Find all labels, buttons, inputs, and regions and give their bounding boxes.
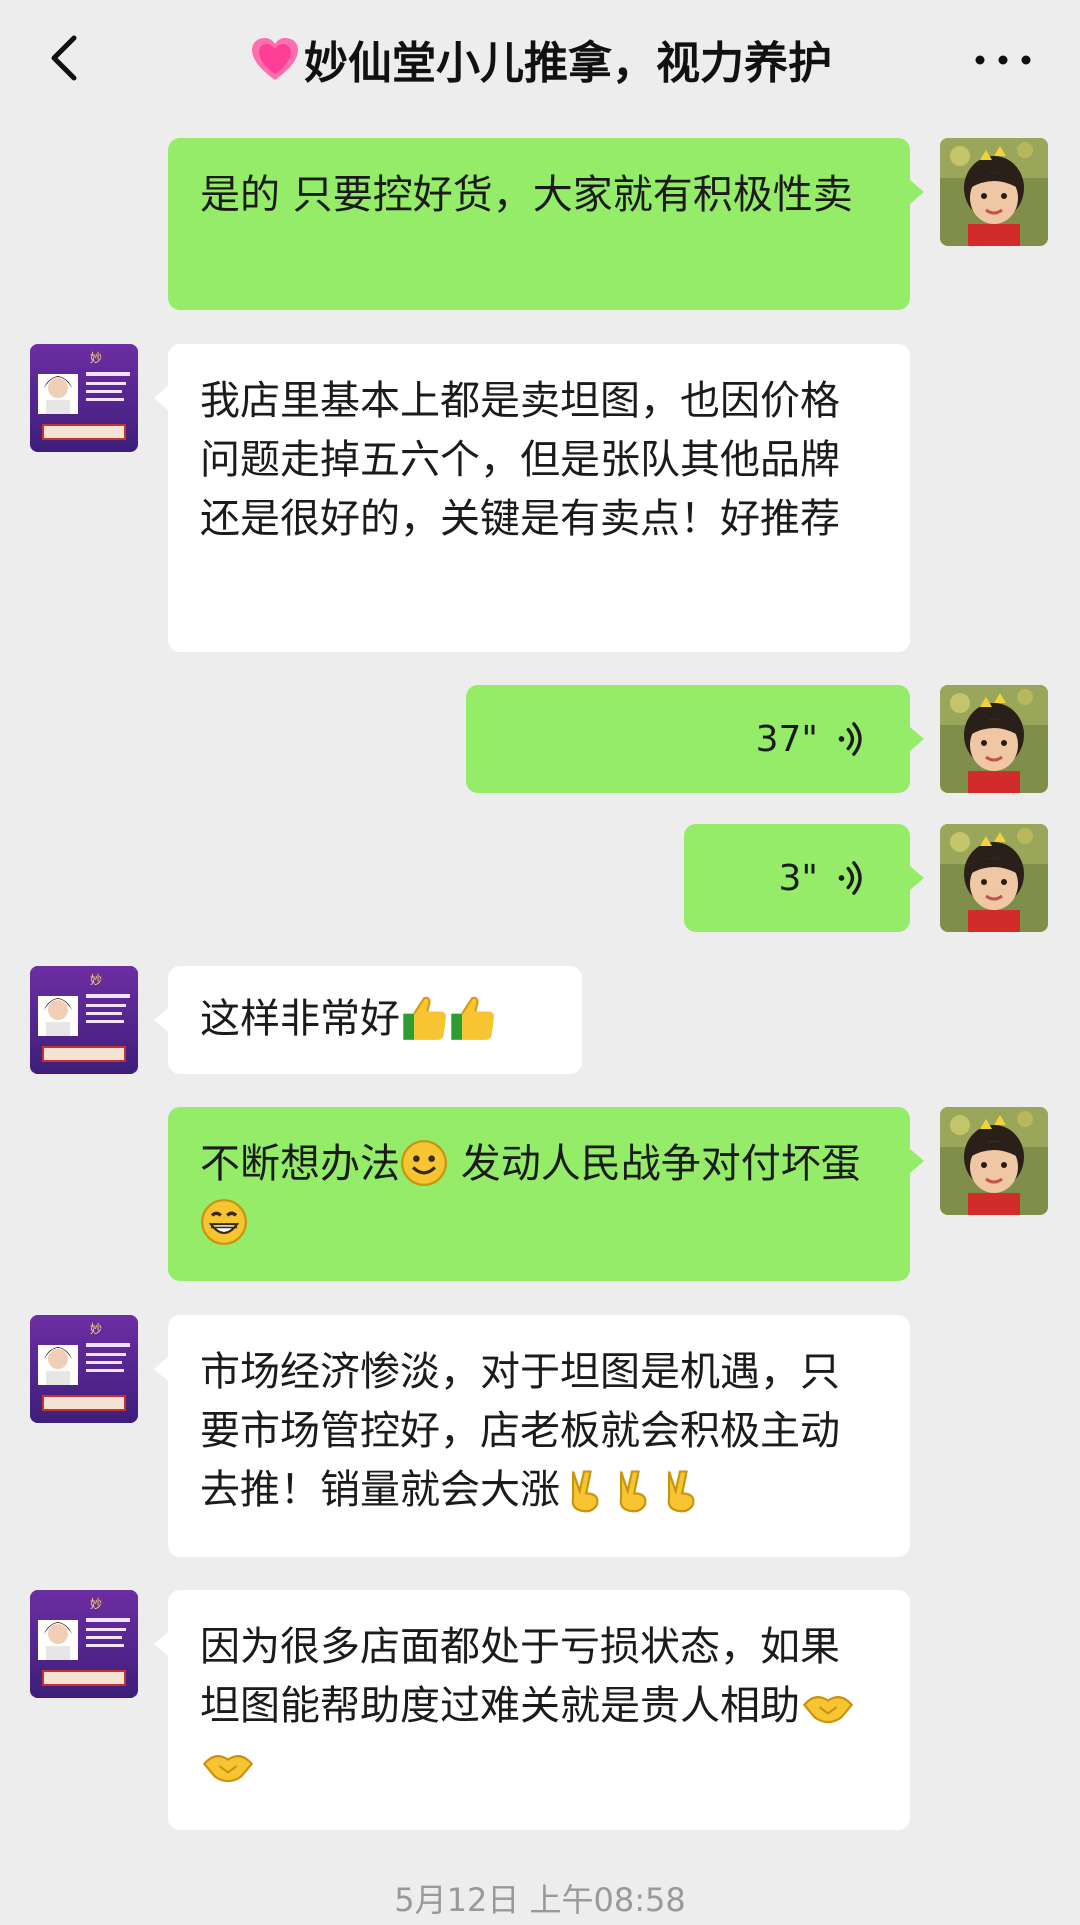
bubble-tail <box>154 1632 168 1656</box>
handshake-icon <box>200 1744 256 1788</box>
my-avatar[interactable] <box>940 138 1048 246</box>
chat-title-area: 妙仙堂小儿推拿，视力养护 <box>120 0 960 118</box>
bubble-tail <box>910 1149 924 1173</box>
thumbs-up-icon <box>448 994 496 1042</box>
bubble-tail <box>910 727 924 751</box>
voice-message-content: 37" <box>506 685 870 793</box>
message-text: 市场经济惨淡，对于坦图是机遇，只要市场管控好，店老板就会积极主动去推！销量就会大… <box>200 1349 840 1513</box>
bubble-tail <box>910 180 924 204</box>
message-bubble-outgoing[interactable]: 是的 只要控好货，大家就有积极性卖 <box>168 138 910 310</box>
message-bubble-incoming[interactable]: 我店里基本上都是卖坦图，也因价格问题走掉五六个，但是张队其他品牌还是很好的，关键… <box>168 344 910 652</box>
message-text: 我店里基本上都是卖坦图，也因价格问题走掉五六个，但是张队其他品牌还是很好的，关键… <box>200 378 840 542</box>
voice-message-content: 3" <box>724 824 870 932</box>
grin-emoji-icon <box>200 1198 248 1246</box>
chat-header: 妙仙堂小儿推拿，视力养护 <box>0 0 1080 118</box>
more-icon[interactable] <box>968 40 1038 80</box>
my-avatar[interactable] <box>940 685 1048 793</box>
bubble-tail <box>910 866 924 890</box>
contact-avatar[interactable] <box>30 966 138 1074</box>
victory-hand-icon <box>608 1465 656 1513</box>
bubble-tail <box>154 386 168 410</box>
message-bubble-incoming[interactable]: 因为很多店面都处于亏损状态，如果坦图能帮助度过难关就是贵人相助 <box>168 1590 910 1830</box>
back-icon[interactable] <box>38 28 98 88</box>
voice-wave-icon <box>832 859 870 897</box>
message-text: 不断想办法 <box>200 1141 400 1187</box>
thumbs-up-icon <box>400 994 448 1042</box>
bubble-tail <box>154 1357 168 1381</box>
bubble-tail <box>154 1008 168 1032</box>
message-text: 这样非常好 <box>200 996 400 1042</box>
message-bubble-incoming[interactable]: 这样非常好 <box>168 966 582 1074</box>
voice-duration: 37" <box>755 718 818 760</box>
chat-title: 妙仙堂小儿推拿，视力养护 <box>304 38 832 89</box>
message-timestamp: 5月12日 上午08:58 <box>394 1881 686 1919</box>
voice-message[interactable]: 37" <box>466 685 910 793</box>
contact-avatar[interactable] <box>30 1590 138 1698</box>
victory-hand-icon <box>560 1465 608 1513</box>
voice-message[interactable]: 3" <box>684 824 910 932</box>
contact-avatar[interactable] <box>30 344 138 452</box>
message-bubble-outgoing[interactable]: 不断想办法 发动人民战争对付坏蛋 <box>168 1107 910 1281</box>
message-bubble-incoming[interactable]: 市场经济惨淡，对于坦图是机遇，只要市场管控好，店老板就会积极主动去推！销量就会大… <box>168 1315 910 1557</box>
my-avatar[interactable] <box>940 824 1048 932</box>
voice-duration: 3" <box>778 857 818 899</box>
message-text: 因为很多店面都处于亏损状态，如果坦图能帮助度过难关就是贵人相助 <box>200 1624 840 1729</box>
pink-heart-icon <box>252 38 298 80</box>
victory-hand-icon <box>656 1465 704 1513</box>
message-text: 是的 只要控好货，大家就有积极性卖 <box>200 172 853 218</box>
voice-wave-icon <box>832 720 870 758</box>
smile-emoji-icon <box>400 1139 448 1187</box>
my-avatar[interactable] <box>940 1107 1048 1215</box>
handshake-icon <box>800 1685 856 1729</box>
contact-avatar[interactable] <box>30 1315 138 1423</box>
message-text: 发动人民战争对付坏蛋 <box>448 1141 861 1187</box>
